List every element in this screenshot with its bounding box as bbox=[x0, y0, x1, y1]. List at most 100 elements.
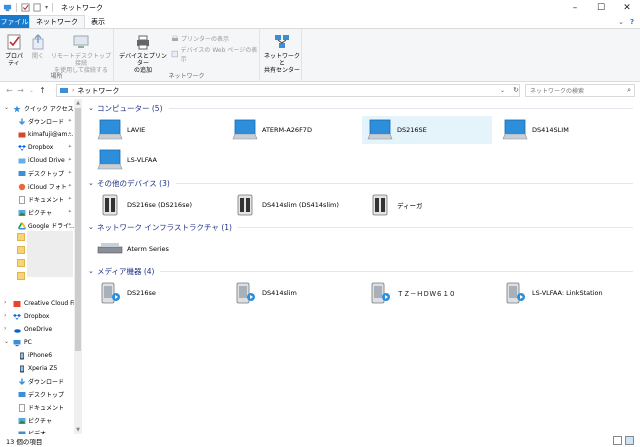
forward-button[interactable]: → bbox=[15, 86, 26, 95]
nav-scrollbar[interactable]: ▲ ▼ bbox=[74, 99, 82, 434]
nav-item[interactable]: ダウンロード ✦ bbox=[0, 115, 82, 128]
qat-dropdown-icon[interactable]: ▾ bbox=[45, 4, 48, 11]
nav-item-label: ドキュメント bbox=[28, 197, 65, 204]
group-title: メディア機器 (4) bbox=[97, 266, 155, 276]
open-icon bbox=[32, 34, 44, 50]
document-icon bbox=[18, 404, 26, 412]
properties-button[interactable]: プロパティ bbox=[3, 33, 25, 67]
close-button[interactable]: ✕ bbox=[614, 0, 640, 15]
device-item[interactable]: LAVIE bbox=[92, 116, 222, 144]
folder-icon bbox=[17, 272, 25, 280]
group-header[interactable]: ⌄ その他のデバイス (3) bbox=[88, 177, 633, 189]
device-item[interactable]: DS216se bbox=[92, 279, 222, 307]
nav-item[interactable]: Dropbox ✦ bbox=[0, 141, 82, 154]
device-item[interactable]: DS414slim bbox=[227, 279, 357, 307]
expand-chevron-icon[interactable]: ⌄ bbox=[4, 104, 9, 111]
device-item[interactable]: DS414slim (DS414slim) bbox=[227, 191, 357, 219]
scroll-up-icon[interactable]: ▲ bbox=[74, 99, 82, 107]
nav-item[interactable]: Xperia Z5 bbox=[0, 362, 82, 375]
pc-icon bbox=[13, 339, 21, 347]
media-server-icon bbox=[502, 281, 528, 305]
open-button[interactable]: 開く bbox=[30, 33, 46, 60]
collapse-chevron-icon[interactable]: ⌄ bbox=[88, 223, 97, 231]
nav-item-label: iCloud Drive bbox=[28, 157, 65, 164]
network-center-label-line1: ネットワークと bbox=[263, 53, 300, 67]
large-icons-view-button[interactable] bbox=[625, 436, 634, 445]
device-item[interactable]: DS414SLIM bbox=[497, 116, 627, 144]
dropbox-icon bbox=[18, 144, 26, 152]
view-web-page-button[interactable]: デバイスの Web ページの表示 bbox=[171, 45, 259, 63]
device-item[interactable]: ディーガ bbox=[362, 191, 492, 219]
remote-desktop-button[interactable]: リモートデスクトップ接続 を使用して接続する bbox=[50, 33, 112, 74]
nav-item[interactable]: › Dropbox bbox=[0, 310, 82, 323]
nav-item[interactable]: ダウンロード bbox=[0, 375, 82, 388]
collapse-chevron-icon[interactable]: ⌄ bbox=[88, 179, 97, 187]
group-header[interactable]: ⌄ ネットワーク インフラストラクチャ (1) bbox=[88, 221, 633, 233]
expand-chevron-icon[interactable]: ⌄ bbox=[4, 338, 9, 345]
collapse-chevron-icon[interactable]: ⌄ bbox=[88, 267, 97, 275]
new-folder-icon[interactable] bbox=[33, 3, 42, 12]
help-icon[interactable]: ? bbox=[630, 18, 634, 26]
nav-item[interactable]: iPhone6 bbox=[0, 349, 82, 362]
nav-item[interactable]: デスクトップ bbox=[0, 388, 82, 401]
properties-check-icon[interactable] bbox=[21, 3, 30, 12]
refresh-button[interactable]: ↻ bbox=[512, 85, 520, 96]
back-button[interactable]: ← bbox=[4, 86, 15, 95]
group-header[interactable]: ⌄ コンピューター (5) bbox=[88, 102, 633, 114]
nav-item[interactable]: デスクトップ ✦ bbox=[0, 167, 82, 180]
nav-item[interactable]: iCloud フォト ✦ bbox=[0, 180, 82, 193]
address-dropdown-icon[interactable]: ⌄ bbox=[500, 87, 505, 94]
device-item[interactable]: DS216se (DS216se) bbox=[92, 191, 222, 219]
device-item[interactable]: Aterm Series bbox=[92, 235, 222, 263]
ribbon-group-label-network: ネットワーク bbox=[168, 73, 205, 80]
toolbar-separator bbox=[52, 3, 54, 12]
nav-item[interactable]: ドキュメント bbox=[0, 401, 82, 414]
minimize-button[interactable]: – bbox=[562, 0, 588, 15]
breadcrumb-separator-icon: › bbox=[72, 87, 75, 94]
up-button[interactable]: ↑ bbox=[37, 86, 48, 95]
recent-dropdown-icon[interactable]: ⌄ bbox=[26, 88, 37, 94]
nav-item[interactable]: iCloud Drive ✦ bbox=[0, 154, 82, 167]
expand-chevron-icon[interactable]: › bbox=[4, 312, 6, 319]
ribbon-right-controls: ⌄ ? bbox=[618, 15, 640, 28]
add-devices-button[interactable]: デバイスとプリンター の追加 bbox=[118, 33, 168, 74]
device-item[interactable]: DS216SE bbox=[362, 116, 492, 144]
breadcrumb[interactable]: ネットワーク bbox=[77, 86, 119, 96]
nav-item[interactable]: kimafuji@am... ✦ bbox=[0, 128, 82, 141]
view-printers-button[interactable]: プリンターの表示 bbox=[171, 34, 229, 43]
tab-file[interactable]: ファイル bbox=[0, 15, 29, 28]
device-item[interactable]: LS-VLFAA bbox=[92, 146, 222, 174]
nav-item[interactable]: ピクチャ bbox=[0, 414, 82, 427]
nav-item[interactable]: › Creative Cloud Files bbox=[0, 297, 82, 310]
tab-view[interactable]: 表示 bbox=[85, 15, 111, 28]
device-item[interactable]: ATERM-A26F7D bbox=[227, 116, 357, 144]
network-center-label-line2: 共有センター bbox=[263, 67, 300, 74]
scroll-down-icon[interactable]: ▼ bbox=[74, 426, 82, 434]
collapse-chevron-icon[interactable]: ⌄ bbox=[88, 104, 97, 112]
expand-chevron-icon[interactable]: › bbox=[4, 299, 6, 306]
ribbon-expand-icon[interactable]: ⌄ bbox=[618, 18, 624, 26]
computer-icon bbox=[502, 118, 528, 142]
nav-item[interactable]: ビデオ bbox=[0, 427, 82, 434]
group-header[interactable]: ⌄ メディア機器 (4) bbox=[88, 265, 633, 277]
network-sharing-center-button[interactable]: ネットワークと 共有センター bbox=[262, 33, 302, 74]
device-item[interactable]: ＴＺ－ＨＤＷ６１０ bbox=[362, 279, 492, 307]
nav-item[interactable]: ⌄ PC bbox=[0, 336, 82, 349]
nav-item[interactable]: › OneDrive bbox=[0, 323, 82, 336]
maximize-button[interactable]: ☐ bbox=[588, 0, 614, 15]
gdrive-icon bbox=[18, 222, 26, 230]
mail-folder-icon bbox=[18, 131, 26, 139]
search-input[interactable]: ネットワークの検索 ⌕ bbox=[525, 84, 635, 97]
device-label: DS414slim (DS414slim) bbox=[262, 201, 339, 209]
scroll-thumb[interactable] bbox=[75, 108, 81, 351]
details-view-button[interactable] bbox=[613, 436, 622, 445]
nav-item-label: デスクトップ bbox=[28, 171, 65, 178]
nav-item[interactable]: ピクチャ ✦ bbox=[0, 206, 82, 219]
nav-item[interactable]: ⌄ クイック アクセス bbox=[0, 102, 82, 115]
address-bar[interactable]: › ネットワーク ⌄ bbox=[56, 84, 520, 97]
device-label: DS216se bbox=[127, 289, 156, 297]
device-item[interactable]: LS-VLFAA: LinkStation bbox=[497, 279, 627, 307]
tab-network[interactable]: ネットワーク bbox=[29, 15, 85, 28]
expand-chevron-icon[interactable]: › bbox=[4, 325, 6, 332]
nav-item[interactable]: ドキュメント ✦ bbox=[0, 193, 82, 206]
